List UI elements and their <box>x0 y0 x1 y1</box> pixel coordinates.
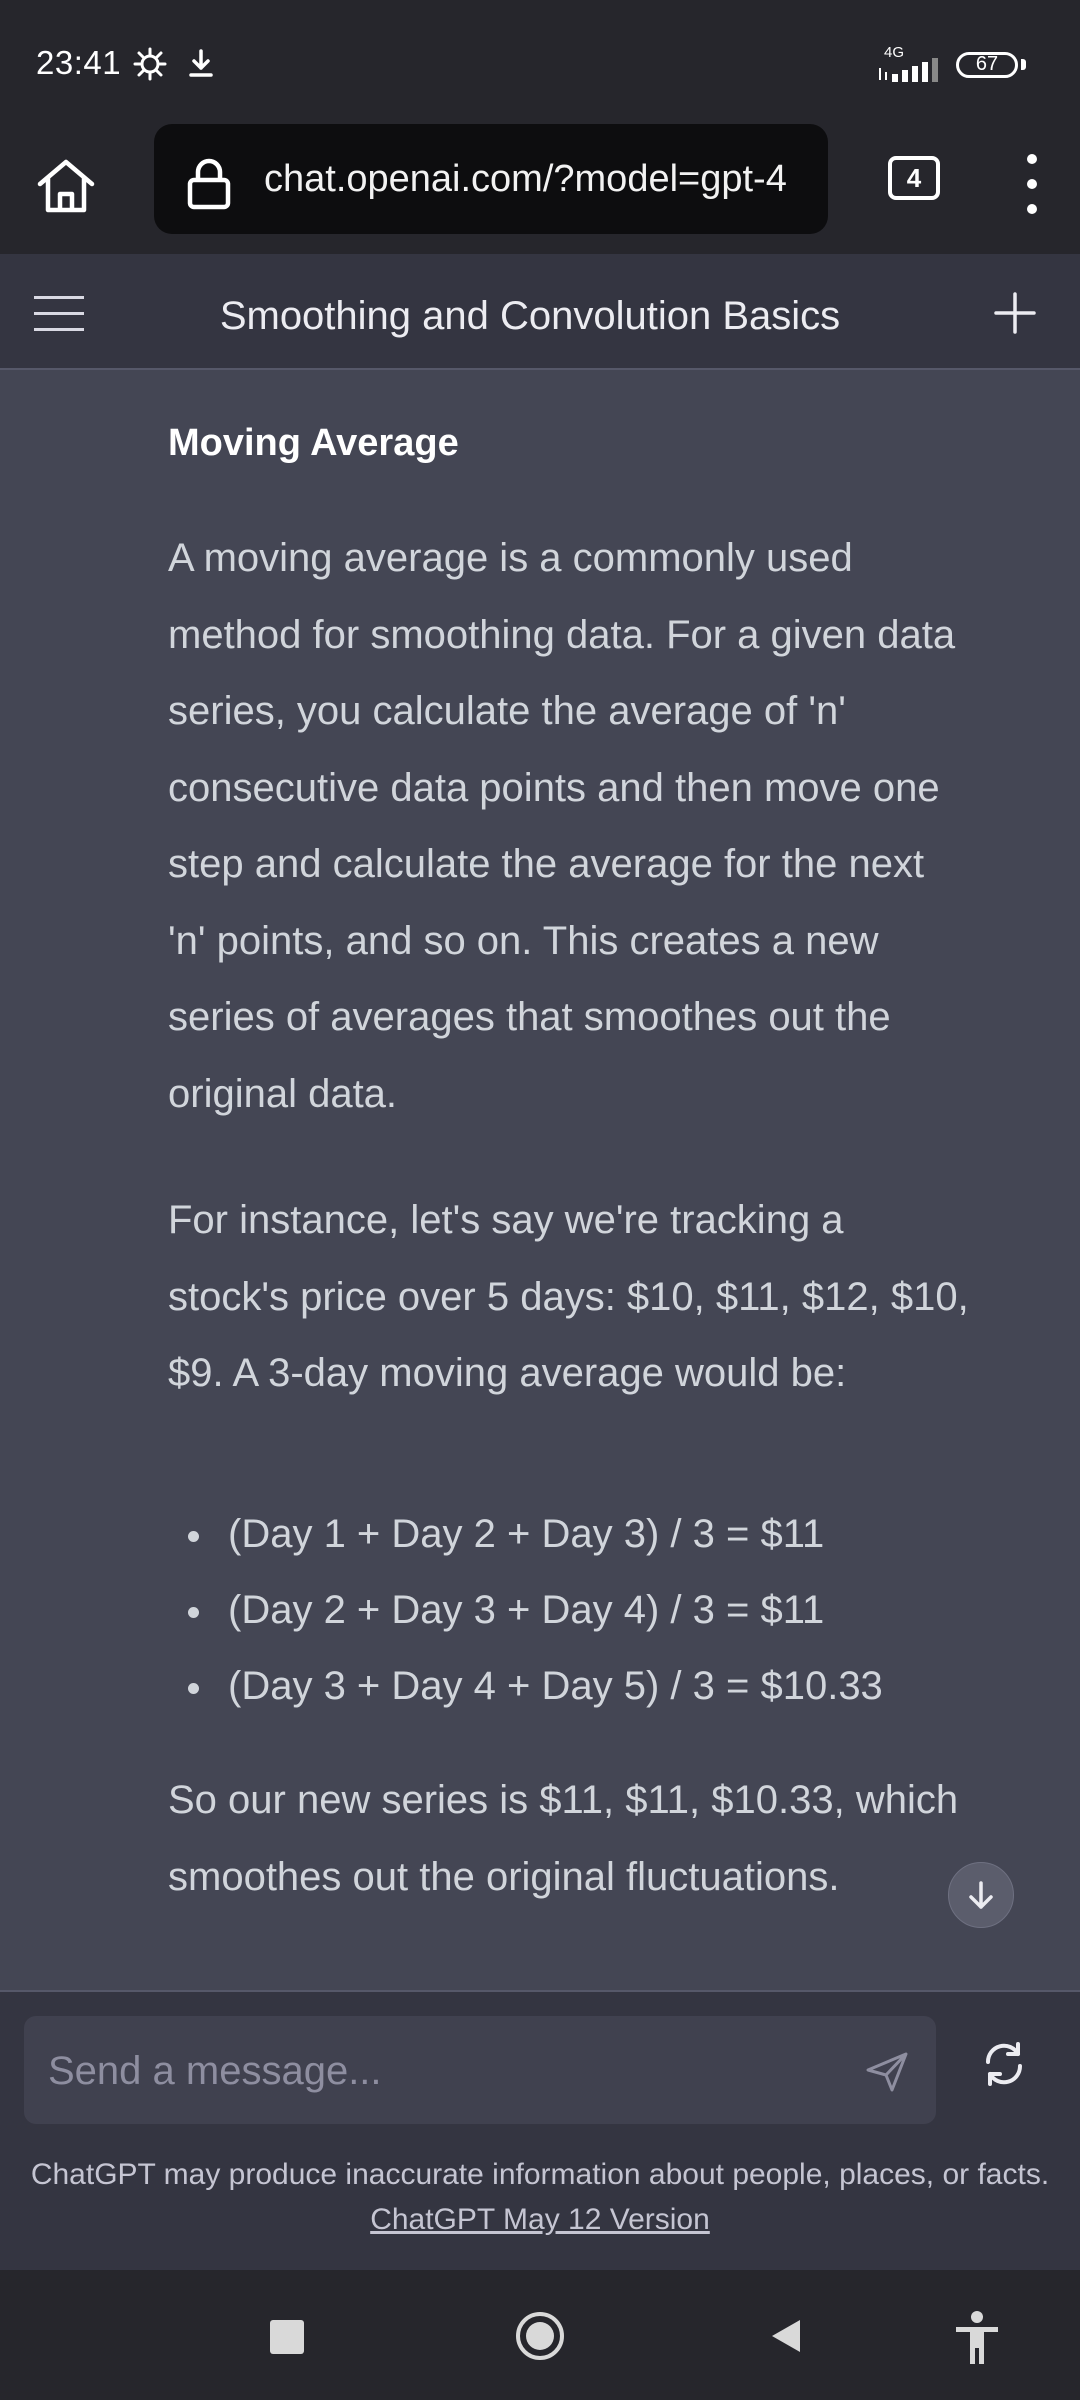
disclaimer: ChatGPT may produce inaccurate informati… <box>0 2152 1080 2242</box>
list-item-text: (Day 2 + Day 3 + Day 4) / 3 = $11 <box>228 1588 825 1632</box>
tabs-button[interactable]: 4 <box>888 156 940 200</box>
text-line: series of averages that smoothes out the <box>168 995 891 1039</box>
scroll-down-button[interactable] <box>948 1862 1014 1928</box>
send-button[interactable] <box>862 2048 912 2094</box>
status-time: 23:41 <box>36 44 122 81</box>
message-input[interactable] <box>46 2016 850 2126</box>
conversation-title: Smoothing and Convolution Basics <box>219 294 841 338</box>
text-line: $9. A 3-day moving average would be: <box>168 1351 847 1395</box>
scroll-down-icon <box>949 1881 1013 1931</box>
browser-toolbar: chat.openai.com/?model=gpt-4 4 <box>0 120 1080 254</box>
text-line: stock's price over 5 days: $10, $11, $12… <box>168 1274 969 1319</box>
bullet-list: (Day 1 + Day 2 + Day 3) / 3 = $11 (Day 2… <box>184 1496 1044 1724</box>
text-line: step and calculate the average for the n… <box>168 842 925 886</box>
paragraph-conclusion: So our new series is $11, $11, $10.33, w… <box>168 1762 958 1915</box>
chat-header: Smoothing and Convolution Basics <box>0 254 1080 370</box>
lock-icon <box>184 156 234 215</box>
address-bar[interactable]: chat.openai.com/?model=gpt-4 <box>154 124 828 234</box>
text-line: consecutive data points and then move on… <box>168 765 940 810</box>
status-right-group: 4G 67 <box>780 0 1080 120</box>
home-button[interactable] <box>30 150 102 222</box>
more-vert-icon[interactable] <box>1012 152 1052 216</box>
list-item-text: (Day 3 + Day 4 + Day 5) / 3 = $10.33 <box>228 1664 883 1708</box>
send-icon <box>862 2052 912 2098</box>
disclaimer-text: ChatGPT may produce inaccurate informati… <box>30 2158 1050 2191</box>
paragraph-example: For instance, let's say we're tracking a… <box>168 1182 969 1412</box>
settings-gear-icon <box>132 46 168 87</box>
message-box <box>24 2016 936 2126</box>
text-line: smoothes out the original fluctuations. <box>168 1854 840 1899</box>
url-text: chat.openai.com/?model=gpt-4 <box>264 158 787 200</box>
home-circle-icon[interactable] <box>516 2312 564 2360</box>
regenerate-icon <box>976 2042 1032 2096</box>
download-icon <box>186 46 216 85</box>
text-line: So our new series is $11, $11, $10.33, w… <box>168 1778 959 1822</box>
battery-icon: 67 <box>956 52 1018 78</box>
plus-icon[interactable] <box>990 288 1040 338</box>
text-line: original data. <box>168 1071 398 1116</box>
battery-tip <box>1021 59 1026 70</box>
list-item: (Day 3 + Day 4 + Day 5) / 3 = $10.33 <box>184 1648 1044 1724</box>
list-item-text: (Day 1 + Day 2 + Day 3) / 3 = $11 <box>228 1512 825 1556</box>
version-link[interactable]: ChatGPT May 12 Version <box>370 2203 710 2236</box>
text-line: series, you calculate the average of 'n' <box>168 689 846 733</box>
list-item: (Day 2 + Day 3 + Day 4) / 3 = $11 <box>184 1572 1044 1648</box>
home-icon <box>30 159 102 226</box>
bullet-dot <box>188 1607 199 1618</box>
bullet-dot <box>188 1683 199 1694</box>
composer: ChatGPT may produce inaccurate informati… <box>0 1990 1080 2270</box>
accessibility-icon[interactable] <box>952 2310 1002 2371</box>
text-line: A moving average is a commonly used <box>168 536 853 580</box>
text-line: method for smoothing data. For a given d… <box>168 612 956 657</box>
signal-icon <box>878 58 938 87</box>
list-item: (Day 1 + Day 2 + Day 3) / 3 = $11 <box>184 1496 1044 1572</box>
recents-square-icon[interactable] <box>270 2320 304 2354</box>
text-line: For instance, let's say we're tracking a <box>168 1198 844 1242</box>
battery-level: 67 <box>975 53 999 75</box>
regenerate-button[interactable] <box>976 2036 1032 2092</box>
text-line: 'n' points, and so on. This creates a ne… <box>168 918 879 963</box>
bullet-dot <box>188 1531 199 1542</box>
status-bar: 23:41 4G 67 <box>0 0 1080 120</box>
paragraph-definition: A moving average is a commonly used meth… <box>168 520 955 1132</box>
message-heading: Moving Average <box>168 422 459 464</box>
system-nav-bar <box>0 2270 1080 2400</box>
back-triangle-icon[interactable] <box>768 2318 802 2359</box>
